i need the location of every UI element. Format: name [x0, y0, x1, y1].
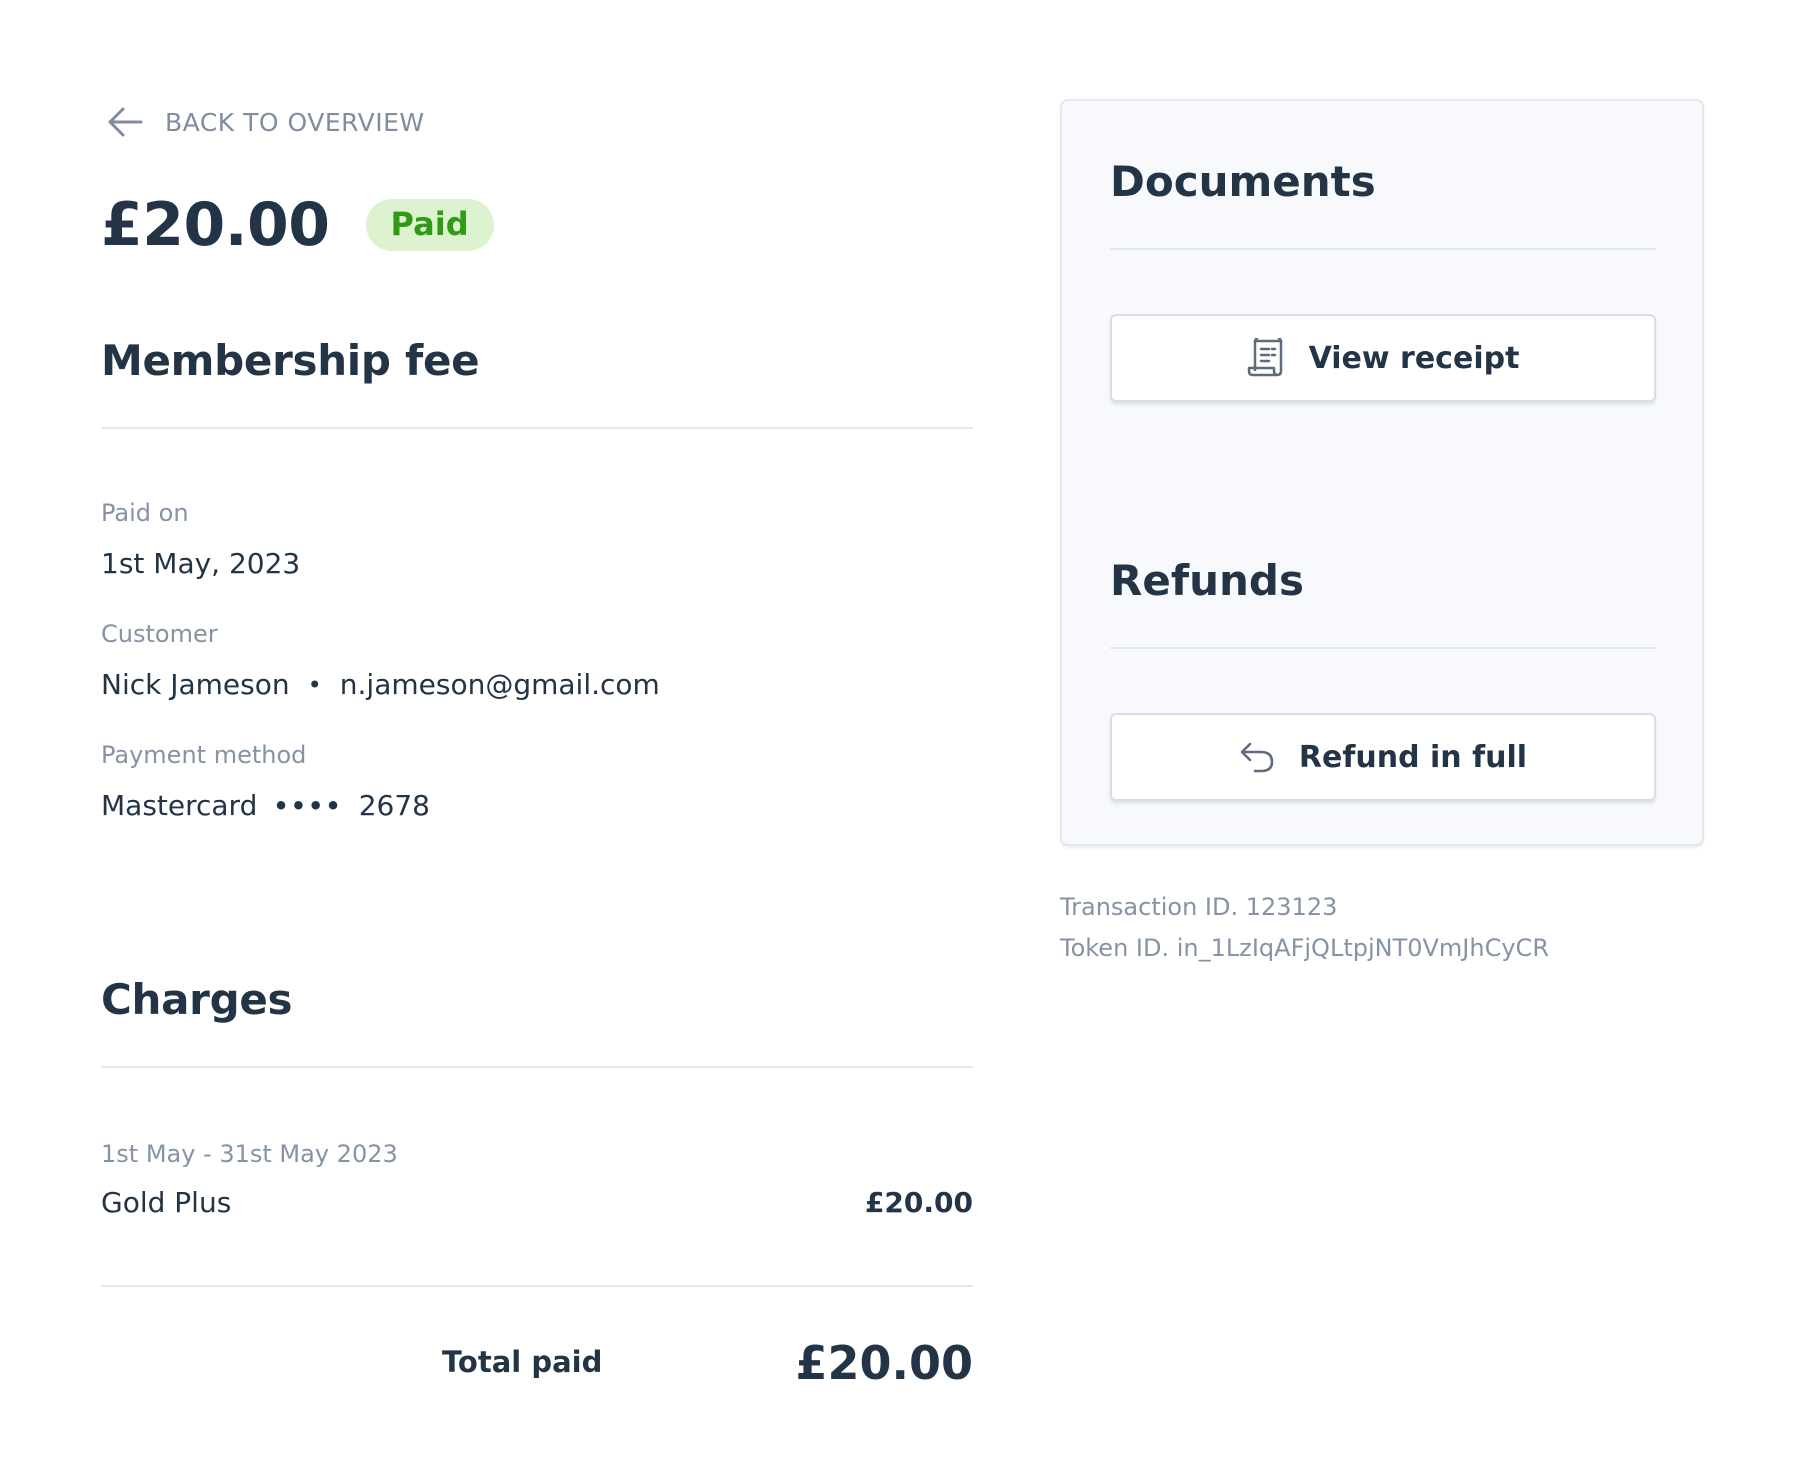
payment-amount: £20.00 — [101, 190, 330, 260]
token-id: Token ID. in_1LzIqAFjQLtpjNT0VmJhCyCR — [1060, 934, 1549, 962]
card-last4: 2678 — [358, 789, 430, 822]
transaction-id: Transaction ID. 123123 — [1060, 893, 1338, 921]
back-to-overview-link[interactable]: BACK TO OVERVIEW — [107, 106, 425, 138]
receipt-icon — [1247, 338, 1285, 378]
view-receipt-label: View receipt — [1308, 340, 1520, 376]
refunds-divider — [1110, 647, 1656, 649]
charge-amount: £20.00 — [864, 1186, 973, 1219]
paid-on-label: Paid on — [101, 499, 189, 527]
customer-email: n.jameson@gmail.com — [339, 668, 660, 701]
view-receipt-button[interactable]: View receipt — [1110, 314, 1656, 402]
charge-row: Gold Plus £20.00 — [101, 1186, 973, 1219]
customer-separator: • — [307, 670, 322, 699]
actions-panel: Documents View receipt Refunds Refund in… — [1060, 99, 1704, 846]
payment-method-value: Mastercard •••• 2678 — [101, 789, 430, 822]
charge-name: Gold Plus — [101, 1186, 232, 1219]
total-paid-label: Total paid — [442, 1345, 603, 1379]
paid-on-value: 1st May, 2023 — [101, 547, 300, 580]
card-mask: •••• — [273, 791, 343, 820]
arrow-left-icon — [107, 106, 143, 138]
documents-title: Documents — [1110, 157, 1376, 206]
back-link-label: BACK TO OVERVIEW — [165, 107, 425, 137]
customer-label: Customer — [101, 620, 218, 648]
refund-in-full-label: Refund in full — [1298, 739, 1528, 775]
refund-in-full-button[interactable]: Refund in full — [1110, 713, 1656, 801]
undo-icon — [1239, 740, 1275, 774]
status-badge: Paid — [365, 199, 494, 251]
amount-header: £20.00 Paid — [101, 190, 494, 260]
documents-divider — [1110, 248, 1656, 250]
refunds-title: Refunds — [1110, 556, 1304, 605]
total-paid-amount: £20.00 — [795, 1336, 973, 1390]
payment-method-label: Payment method — [101, 741, 307, 769]
charges-divider — [101, 1066, 973, 1068]
details-divider — [101, 427, 973, 429]
customer-name: Nick Jameson — [101, 668, 290, 701]
total-divider — [101, 1285, 973, 1287]
details-title: Membership fee — [101, 336, 480, 385]
card-brand: Mastercard — [101, 789, 258, 822]
customer-value: Nick Jameson • n.jameson@gmail.com — [101, 668, 660, 701]
charge-period: 1st May - 31st May 2023 — [101, 1140, 398, 1168]
charges-title: Charges — [101, 975, 293, 1024]
paid-on-date: 1st May, 2023 — [101, 547, 301, 580]
